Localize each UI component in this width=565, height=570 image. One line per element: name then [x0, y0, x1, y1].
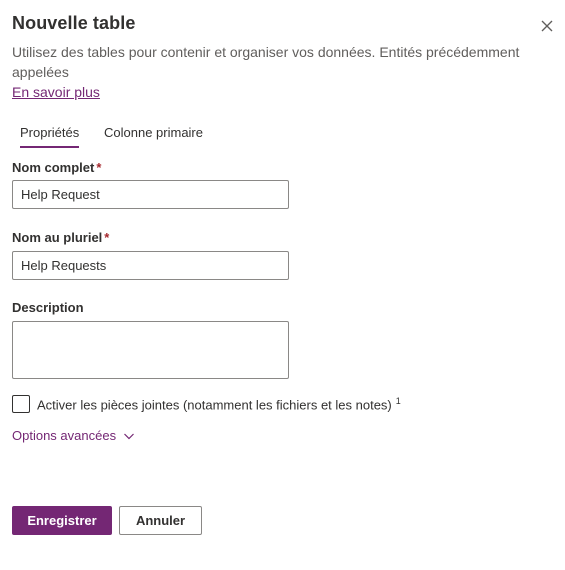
- tab-properties[interactable]: Propriétés: [20, 122, 80, 148]
- attachments-checkbox[interactable]: [12, 395, 30, 413]
- cancel-button[interactable]: Annuler: [119, 506, 202, 535]
- panel-title: Nouvelle table: [12, 13, 136, 33]
- advanced-options-label: Options avancées: [12, 428, 117, 443]
- chevron-down-icon: [124, 433, 135, 439]
- close-icon: [541, 20, 553, 32]
- display-name-input[interactable]: [12, 180, 289, 209]
- new-table-panel: Nouvelle table Utilisez des tables pour …: [0, 0, 565, 570]
- description-label: Description: [12, 300, 84, 315]
- required-mark: *: [104, 230, 110, 245]
- advanced-options-toggle[interactable]: Options avancées: [12, 428, 135, 443]
- close-button[interactable]: [538, 17, 556, 35]
- panel-description: Utilisez des tables pour contenir et org…: [12, 44, 520, 80]
- plural-name-label: Nom au pluriel *: [12, 229, 109, 247]
- display-name-label: Nom complet *: [12, 159, 101, 177]
- attachments-label: Activer les pièces jointes (notamment le…: [37, 396, 401, 412]
- plural-name-input[interactable]: [12, 251, 289, 280]
- attachments-row: Activer les pièces jointes (notamment le…: [12, 394, 401, 414]
- display-name-label-text: Nom complet: [12, 160, 95, 175]
- attachments-label-text: Activer les pièces jointes (notamment le…: [37, 397, 392, 413]
- save-button[interactable]: Enregistrer: [12, 506, 112, 535]
- description-textarea[interactable]: [12, 321, 289, 379]
- footnote-marker: 1: [395, 395, 401, 406]
- required-mark: *: [96, 160, 102, 175]
- plural-name-label-text: Nom au pluriel: [12, 230, 103, 245]
- learn-more-link[interactable]: En savoir plus: [12, 82, 100, 102]
- tab-primary-column[interactable]: Colonne primaire: [104, 122, 203, 144]
